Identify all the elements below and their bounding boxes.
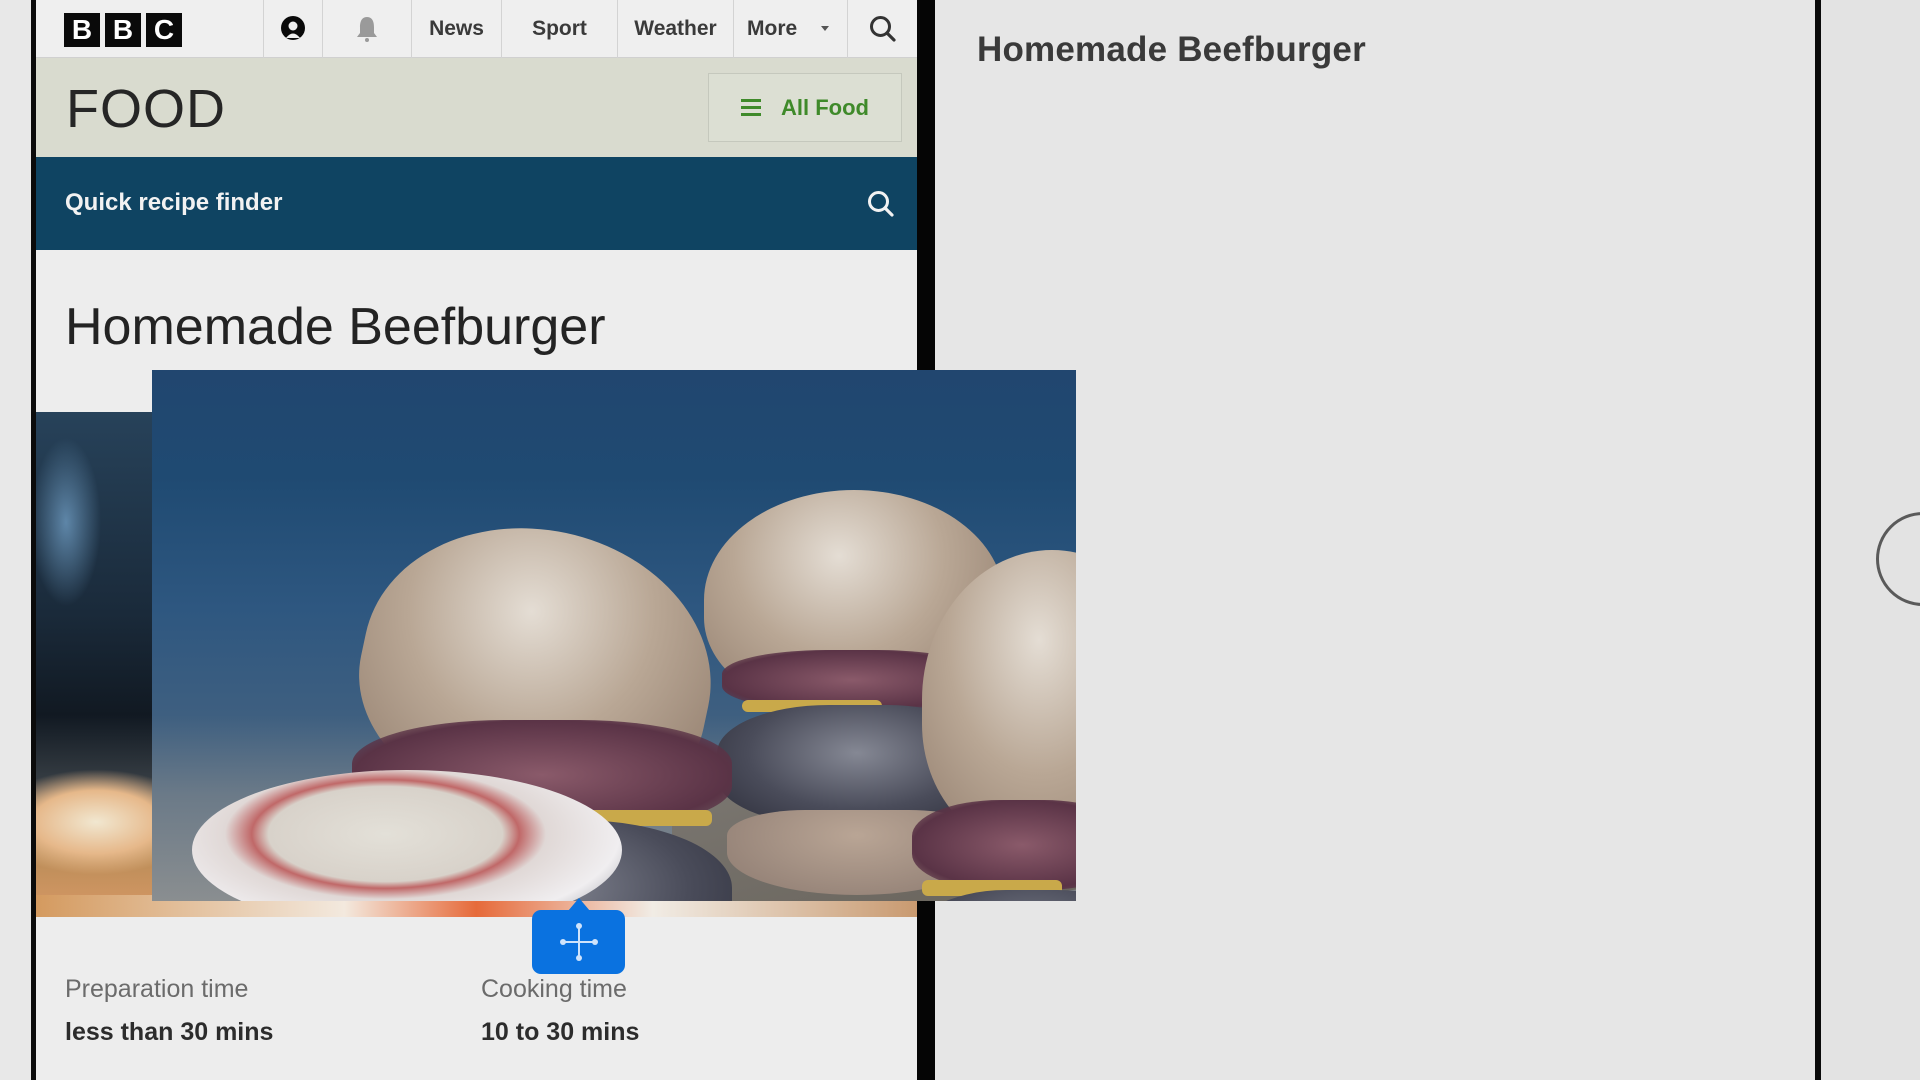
all-food-label: All Food: [781, 94, 869, 120]
search-icon: [869, 16, 896, 42]
nav-more-label: More: [747, 17, 798, 40]
account-button[interactable]: [263, 0, 322, 58]
cooking-time-value: 10 to 30 mins: [481, 1018, 640, 1046]
nav-link-weather[interactable]: Weather: [617, 0, 733, 58]
cooking-time-label: Cooking time: [481, 975, 627, 1003]
notifications-button[interactable]: [322, 0, 411, 58]
nav-link-sport[interactable]: Sport: [501, 0, 617, 58]
hamburger-icon: [741, 99, 761, 116]
burger-bacon: [912, 800, 1076, 890]
note-title[interactable]: Homemade Beefburger: [977, 30, 1366, 70]
recipe-title: Homemade Beefburger: [65, 298, 606, 356]
account-icon: [281, 16, 305, 40]
quick-recipe-finder[interactable]: Quick recipe finder: [36, 157, 917, 250]
preparation-time-value: less than 30 mins: [65, 1018, 274, 1046]
nav-link-news[interactable]: News: [411, 0, 501, 58]
bbc-logo-letter: B: [64, 13, 100, 47]
bbc-logo-letter: C: [146, 13, 182, 47]
search-icon[interactable]: [866, 189, 896, 219]
food-header: FOOD All Food: [36, 58, 917, 157]
dragged-image-preview[interactable]: [152, 370, 1076, 901]
quick-recipe-finder-label: Quick recipe finder: [65, 189, 283, 216]
nav-more-dropdown[interactable]: More: [733, 0, 848, 58]
drag-handle[interactable]: [532, 898, 625, 974]
food-logo[interactable]: FOOD: [66, 78, 226, 140]
bbc-global-nav: B B C News Sport Weather More: [36, 0, 917, 58]
chevron-down-icon: [821, 26, 829, 31]
preparation-time-label: Preparation time: [65, 975, 249, 1003]
bbc-logo-letter: B: [105, 13, 141, 47]
all-food-button[interactable]: All Food: [708, 73, 902, 142]
bell-icon: [357, 17, 377, 42]
nav-search-button[interactable]: [847, 0, 917, 58]
bbc-logo[interactable]: B B C: [64, 13, 182, 47]
move-icon: [559, 923, 598, 961]
device-bezel-left: [0, 0, 33, 1080]
